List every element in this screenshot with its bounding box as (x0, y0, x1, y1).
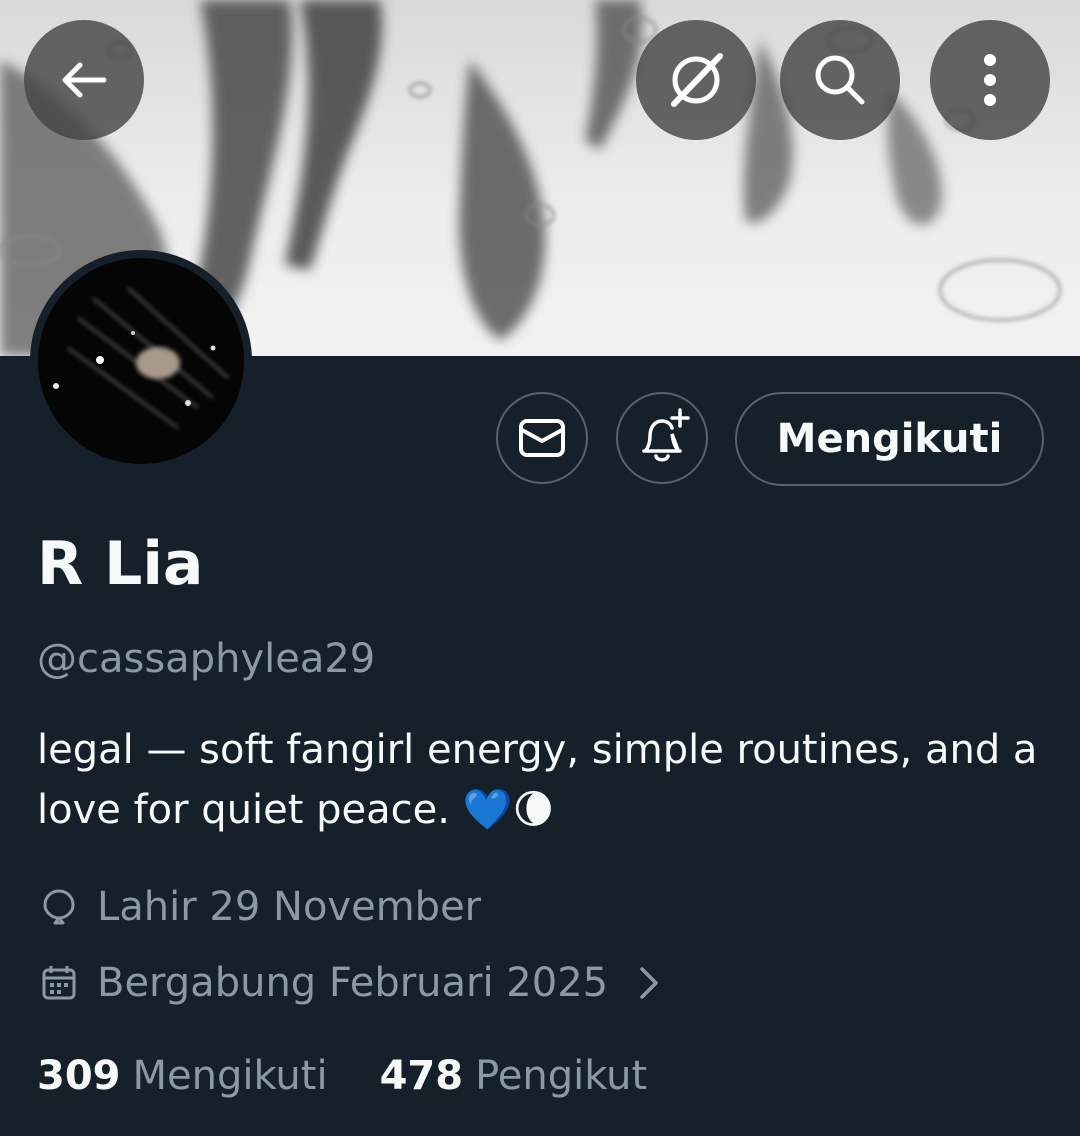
birthday-row: Lahir 29 November (37, 880, 481, 934)
more-vertical-icon (984, 54, 996, 106)
following-button[interactable]: Mengikuti (735, 392, 1044, 486)
profile-bio: legal — soft fangirl energy, simple rout… (37, 727, 1038, 833)
notifications-button[interactable] (616, 392, 708, 484)
follow-stats: 309 Mengikuti 478 Pengikut (37, 1048, 647, 1104)
more-options-button[interactable] (930, 20, 1050, 140)
followers-count: 478 (379, 1053, 464, 1099)
following-stat[interactable]: 309 Mengikuti (37, 1048, 328, 1104)
avatar-image (38, 258, 244, 464)
joined-row[interactable]: Bergabung Februari 2025 (37, 956, 660, 1010)
followers-label: Pengikut (475, 1053, 648, 1099)
following-label: Mengikuti (132, 1053, 328, 1099)
chevron-right-icon (638, 965, 660, 1001)
balloon-icon (37, 885, 81, 929)
joined-text: Bergabung Februari 2025 (97, 960, 609, 1006)
calendar-icon (37, 961, 81, 1005)
birthday-text: Lahir 29 November (97, 884, 482, 930)
following-count: 309 (37, 1053, 121, 1099)
grok-button[interactable] (636, 20, 756, 140)
bell-plus-icon (642, 408, 690, 462)
grok-icon (671, 53, 723, 107)
display-name: R Lia (37, 529, 204, 599)
username-handle: @cassaphylea29 (37, 636, 376, 682)
avatar[interactable] (30, 250, 252, 472)
envelope-icon (519, 419, 565, 457)
following-button-label: Mengikuti (776, 416, 1003, 462)
arrow-left-icon (62, 62, 107, 98)
back-button[interactable] (24, 20, 144, 140)
search-icon (815, 55, 865, 105)
followers-stat[interactable]: 478 Pengikut (380, 1048, 648, 1104)
search-button[interactable] (780, 20, 900, 140)
message-button[interactable] (496, 392, 588, 484)
